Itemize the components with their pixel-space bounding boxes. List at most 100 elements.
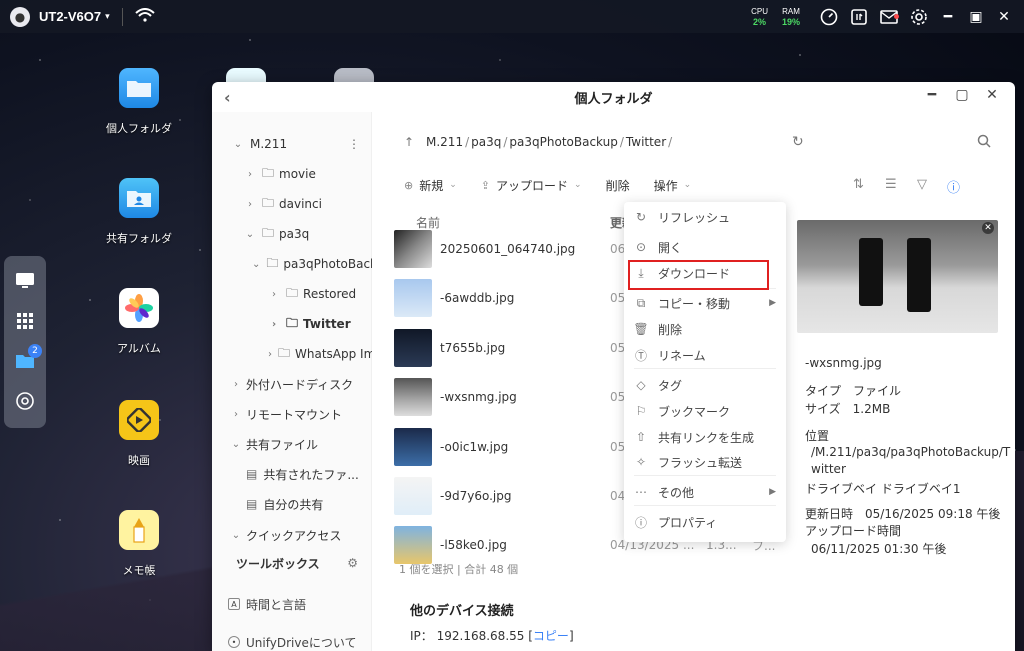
back-chevron-icon[interactable]: ‹ [224,88,231,107]
tree-label: 外付ハードディスク [246,377,354,392]
tree-item-root[interactable]: ⌄ M.211 ⋮ [212,133,372,155]
refresh-icon[interactable]: ↻ [792,134,804,150]
preview-phone-left [859,238,883,306]
up-arrow-icon[interactable]: ↑ [404,135,424,149]
close-icon[interactable]: ✕ [990,9,1018,25]
chevron-down-icon[interactable]: ⌄ [230,439,242,450]
window-minimize-icon[interactable]: ━ [917,87,947,103]
gear-icon[interactable]: ⚙ [347,556,358,570]
desktop-icon-album[interactable]: アルバム [94,288,184,356]
tree-item-my-shares[interactable]: ▤ 自分の共有 [212,493,372,515]
breadcrumb-item[interactable]: M.211 [426,135,463,149]
app-grid-icon[interactable] [10,304,40,338]
tree-item-davinci[interactable]: › 🗀 davinci [212,193,372,215]
tree-item-pa3qphotoback[interactable]: ⌄ 🗀 pa3qPhotoBack [212,253,372,275]
context-item-share-link[interactable]: ⇧ 共有リンクを生成 [624,425,786,449]
desktop-icon-shared-folder[interactable]: 共有フォルダ [94,178,184,246]
context-item-more[interactable]: ⋯ その他 ▶ [624,480,786,504]
chevron-right-icon[interactable]: › [244,199,256,210]
preview-phone-right [907,238,931,312]
partial-app-icon[interactable] [226,68,266,82]
tree-item-twitter[interactable]: › 🗀 Twitter [212,313,372,335]
tree-item-shared-files[interactable]: ⌄ 共有ファイル [212,433,372,455]
filter-icon[interactable]: ▽ [917,177,927,192]
breadcrumb-item[interactable]: Twitter [626,135,666,149]
chevron-right-icon[interactable]: › [268,289,280,300]
upload-button[interactable]: ⇪ アップロード ⌄ [481,177,582,194]
search-icon[interactable] [977,134,991,151]
chevron-down-icon[interactable]: ⌄ [232,139,244,150]
tree-label: pa3qPhotoBack [283,257,372,271]
copy-link[interactable]: コピー [533,629,569,643]
operate-button[interactable]: 操作 ⌄ [654,177,692,194]
partial-settings-icon[interactable] [334,68,374,82]
menu-divider [634,368,776,369]
device-name[interactable]: UT2-V6O7 [39,9,101,24]
sort-icon[interactable]: ⇅ [853,177,864,192]
detail-updated-label: 更新日時 [805,507,854,521]
breadcrumb-separator: / [668,135,673,149]
dock-folder-icon[interactable]: 2 [10,344,42,378]
chevron-down-icon[interactable]: ⌄ [252,259,260,270]
context-item-copy-move[interactable]: ⧉ コピー・移動 ▶ [624,291,786,315]
context-item-flash-transfer[interactable]: ✧ フラッシュ転送 [624,450,786,474]
chevron-down-icon[interactable]: ⌄ [244,229,256,240]
chevron-right-icon[interactable]: › [268,349,272,360]
window-maximize-icon[interactable]: ▢ [947,87,977,103]
tree-item-remote-mount[interactable]: › リモートマウント [212,403,372,425]
chevron-right-icon[interactable]: › [244,169,256,180]
context-item-delete[interactable]: 🗑 削除 [624,317,786,341]
kebab-menu-icon[interactable]: ⋮ [348,137,360,151]
user-avatar-icon[interactable]: ● [10,6,30,27]
desktop-monitor-icon[interactable] [10,264,40,298]
tree-item-pa3q[interactable]: ⌄ 🗀 pa3q [212,223,372,245]
context-item-refresh[interactable]: ↻ リフレッシュ [624,205,786,229]
maximize-icon[interactable]: ▣ [962,9,990,25]
desktop-icon-label: 個人フォルダ [106,122,172,135]
chevron-right-icon[interactable]: › [230,409,242,420]
breadcrumb-item[interactable]: pa3qPhotoBackup [509,135,617,149]
tree-label: 共有されたファ... [263,467,359,482]
close-preview-icon[interactable]: ✕ [982,222,994,234]
breadcrumb-item[interactable]: pa3q [471,135,501,149]
language-icon: A [228,598,240,610]
menu-about[interactable]: • UnifyDriveについて [228,632,356,651]
desktop-icon-notepad[interactable]: メモ帳 [94,510,184,578]
list-view-icon[interactable]: ☰ [885,177,897,192]
tree-item-whatsapp[interactable]: › 🗀 WhatsApp Im [212,343,372,365]
wifi-icon[interactable] [135,8,155,25]
tree-item-shared-with-me[interactable]: ▤ 共有されたファ... [212,463,372,485]
desktop-icon-movie[interactable]: 映画 [94,400,184,468]
desktop-icon-personal-folder[interactable]: 個人フォルダ [94,68,184,136]
submenu-arrow-icon: ▶ [769,298,776,308]
mail-icon[interactable] [874,9,904,24]
detail-type-value: ファイル [853,384,902,398]
new-button[interactable]: ⊕ 新規 ⌄ [404,177,457,194]
chevron-right-icon[interactable]: › [230,379,242,390]
chevron-down-icon[interactable]: ⌄ [230,530,242,541]
gear-icon[interactable] [904,8,934,26]
task-manager-icon[interactable] [844,8,874,26]
minimize-icon[interactable]: ━ [934,9,962,25]
chevron-right-icon[interactable]: › [268,319,280,330]
button-label: アップロード [496,178,569,193]
tree-item-movie[interactable]: › 🗀 movie [212,163,372,185]
tree-item-quick-access[interactable]: ⌄ クイックアクセス [212,524,372,546]
tree-item-restored[interactable]: › 🗀 Restored [212,283,372,305]
menu-time-language[interactable]: A 時間と言語 [228,594,306,614]
speedometer-icon[interactable] [814,8,844,26]
chevron-down-icon[interactable]: ▾ [105,12,110,22]
context-item-properties[interactable]: ⓘ プロパティ [624,510,786,534]
context-item-tag[interactable]: ◇ タグ [624,373,786,397]
window-close-icon[interactable]: ✕ [977,87,1007,103]
context-item-rename[interactable]: Ⓣ リネーム [624,343,786,367]
context-item-open[interactable]: ⊙ 開く [624,235,786,259]
tree-item-external-disk[interactable]: › 外付ハードディスク [212,373,372,395]
dock-settings-icon[interactable] [10,384,40,418]
context-item-bookmark[interactable]: ⚐ ブックマーク [624,399,786,423]
info-icon[interactable]: ⓘ [947,177,960,196]
delete-button[interactable]: 削除 [606,177,630,194]
detail-location-line1: /M.211/pa3q/pa3qPhotoBackup/T [811,445,1011,459]
ram-meter: RAM 19% [782,7,800,27]
ip-address-line: IP： 192.168.68.55 [コピー] [410,627,574,644]
